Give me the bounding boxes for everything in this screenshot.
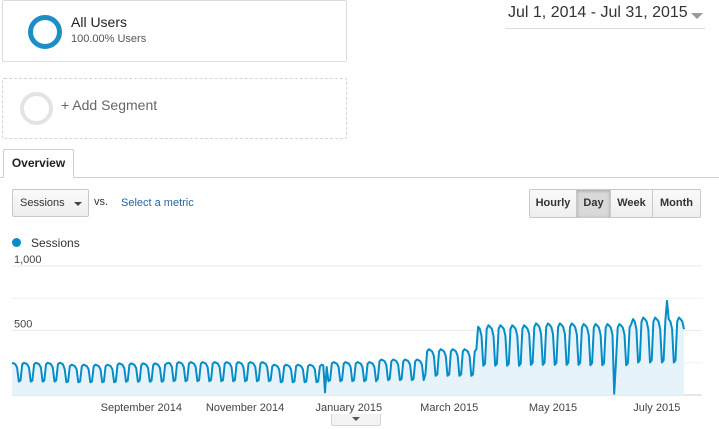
chevron-down-icon — [352, 417, 360, 421]
month-button[interactable]: Month — [653, 190, 700, 217]
chevron-down-icon — [74, 202, 82, 206]
add-segment-label: + Add Segment — [61, 97, 158, 113]
add-segment-button[interactable]: + Add Segment — [2, 78, 347, 139]
empty-segment-ring-icon — [20, 92, 53, 125]
x-tick-label: March 2015 — [420, 402, 478, 414]
segment-title: All Users — [71, 14, 128, 30]
select-metric-link[interactable]: Select a metric — [121, 197, 194, 209]
y-tick-label: 1,000 — [14, 255, 42, 266]
vs-label: vs. — [94, 196, 109, 208]
y-tick-label: 500 — [14, 319, 32, 331]
segment-ring-icon — [28, 15, 62, 49]
hourly-button[interactable]: Hourly — [530, 190, 577, 217]
granularity-toggle: Hourly Day Week Month — [529, 189, 701, 218]
tab-divider — [0, 177, 719, 178]
metric-select[interactable]: Sessions — [12, 189, 89, 217]
sessions-area — [12, 300, 684, 395]
expand-chart-handle[interactable] — [331, 414, 381, 426]
segment-subtitle: 100.00% Users — [71, 33, 147, 45]
legend-dot-icon — [12, 238, 21, 247]
day-button[interactable]: Day — [577, 190, 611, 217]
x-tick-label: November 2014 — [206, 402, 284, 414]
week-button[interactable]: Week — [611, 190, 653, 217]
x-tick-label: May 2015 — [529, 402, 577, 414]
x-tick-label: September 2014 — [101, 402, 182, 414]
date-range-picker[interactable]: Jul 1, 2014 - Jul 31, 2015 — [505, 3, 705, 29]
sessions-chart: 1,000 500 September 2014 November 2014 Janua… — [11, 255, 702, 414]
date-range-label: Jul 1, 2014 - Jul 31, 2015 — [508, 4, 688, 21]
chevron-down-icon — [691, 13, 703, 19]
x-tick-label: July 2015 — [633, 402, 680, 414]
metric-select-label: Sessions — [20, 197, 65, 209]
segment-all-users[interactable]: All Users 100.00% Users — [2, 0, 347, 62]
legend-label: Sessions — [31, 236, 80, 250]
x-tick-label: January 2015 — [316, 402, 383, 414]
tab-overview[interactable]: Overview — [3, 149, 74, 178]
